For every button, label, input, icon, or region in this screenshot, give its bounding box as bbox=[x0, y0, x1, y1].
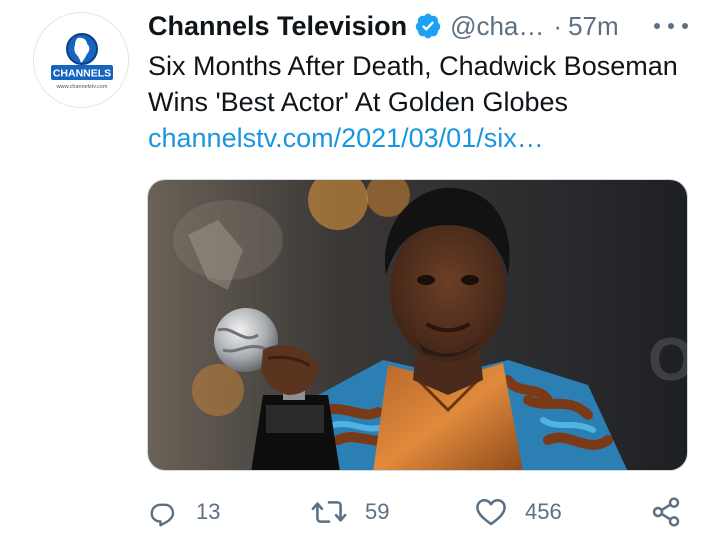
tweet-photo[interactable]: O bbox=[147, 179, 688, 471]
photo-illustration: O bbox=[148, 180, 688, 470]
separator-dot: · bbox=[553, 10, 563, 41]
verified-badge-icon bbox=[414, 12, 442, 40]
retweet-button[interactable]: 59 bbox=[311, 490, 389, 534]
display-name[interactable]: Channels Television bbox=[148, 11, 407, 42]
avatar[interactable]: CHANNELS www.channelstv.com bbox=[33, 12, 129, 108]
timestamp[interactable]: 57m bbox=[568, 11, 619, 42]
share-icon bbox=[652, 497, 680, 527]
reply-icon bbox=[150, 503, 175, 527]
tweet-link[interactable]: channelstv.com/2021/03/01/six… bbox=[148, 123, 544, 153]
like-button[interactable]: 456 bbox=[475, 490, 562, 534]
reply-button[interactable]: 13 bbox=[148, 490, 220, 534]
tweet-text: Six Months After Death, Chadwick Boseman… bbox=[148, 48, 688, 156]
handle[interactable]: @cha… bbox=[450, 11, 544, 42]
more-icon[interactable] bbox=[654, 14, 688, 38]
like-count: 456 bbox=[525, 499, 562, 524]
heart-icon bbox=[476, 499, 506, 526]
retweet-icon bbox=[311, 501, 347, 523]
tweet-actions: 13 59 456 bbox=[148, 490, 688, 534]
avatar-url-text: www.channelstv.com bbox=[56, 84, 108, 90]
channels-logo: CHANNELS www.channelstv.com bbox=[34, 13, 128, 107]
retweet-count: 59 bbox=[365, 499, 390, 524]
svg-text:O: O bbox=[648, 326, 688, 393]
tweet-body: Six Months After Death, Chadwick Boseman… bbox=[148, 51, 678, 117]
share-button[interactable] bbox=[650, 490, 682, 534]
reply-count: 13 bbox=[196, 499, 221, 524]
tweet-header: Channels Television @cha… · 57m bbox=[148, 6, 688, 46]
avatar-brand-text: CHANNELS bbox=[53, 68, 111, 80]
